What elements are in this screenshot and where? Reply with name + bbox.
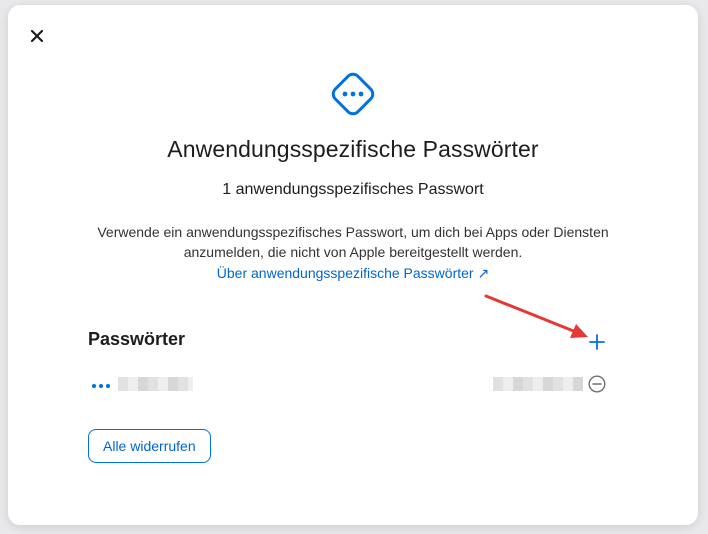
learn-more-link[interactable]: Über anwendungsspezifische Passwörter ↗ [217,265,489,281]
redacted-password-date [493,377,583,391]
password-row [88,373,620,395]
remove-password-button[interactable] [588,375,606,393]
password-more-button[interactable] [90,378,112,388]
dialog-title: Anwendungsspezifische Passwörter [167,136,539,162]
close-icon [30,29,44,43]
revoke-all-button[interactable]: Alle widerrufen [88,429,211,463]
annotation-arrow-icon [484,294,588,338]
dots-diamond-icon [331,72,375,116]
close-button[interactable] [26,25,48,47]
password-count: 1 anwendungsspezifisches Passwort [222,181,484,198]
passwords-section-title: Passwörter [88,329,186,349]
minus-circle-icon [588,375,606,393]
redacted-password-name [118,377,193,391]
ellipsis-icon [92,384,110,388]
dialog-description: Verwende ein anwendungsspezifisches Pass… [97,224,609,260]
app-passwords-dialog: Anwendungsspezifische Passwörter 1 anwen… [8,5,698,525]
learn-more-container: Über anwendungsspezifische Passwörter ↗ [8,263,698,283]
